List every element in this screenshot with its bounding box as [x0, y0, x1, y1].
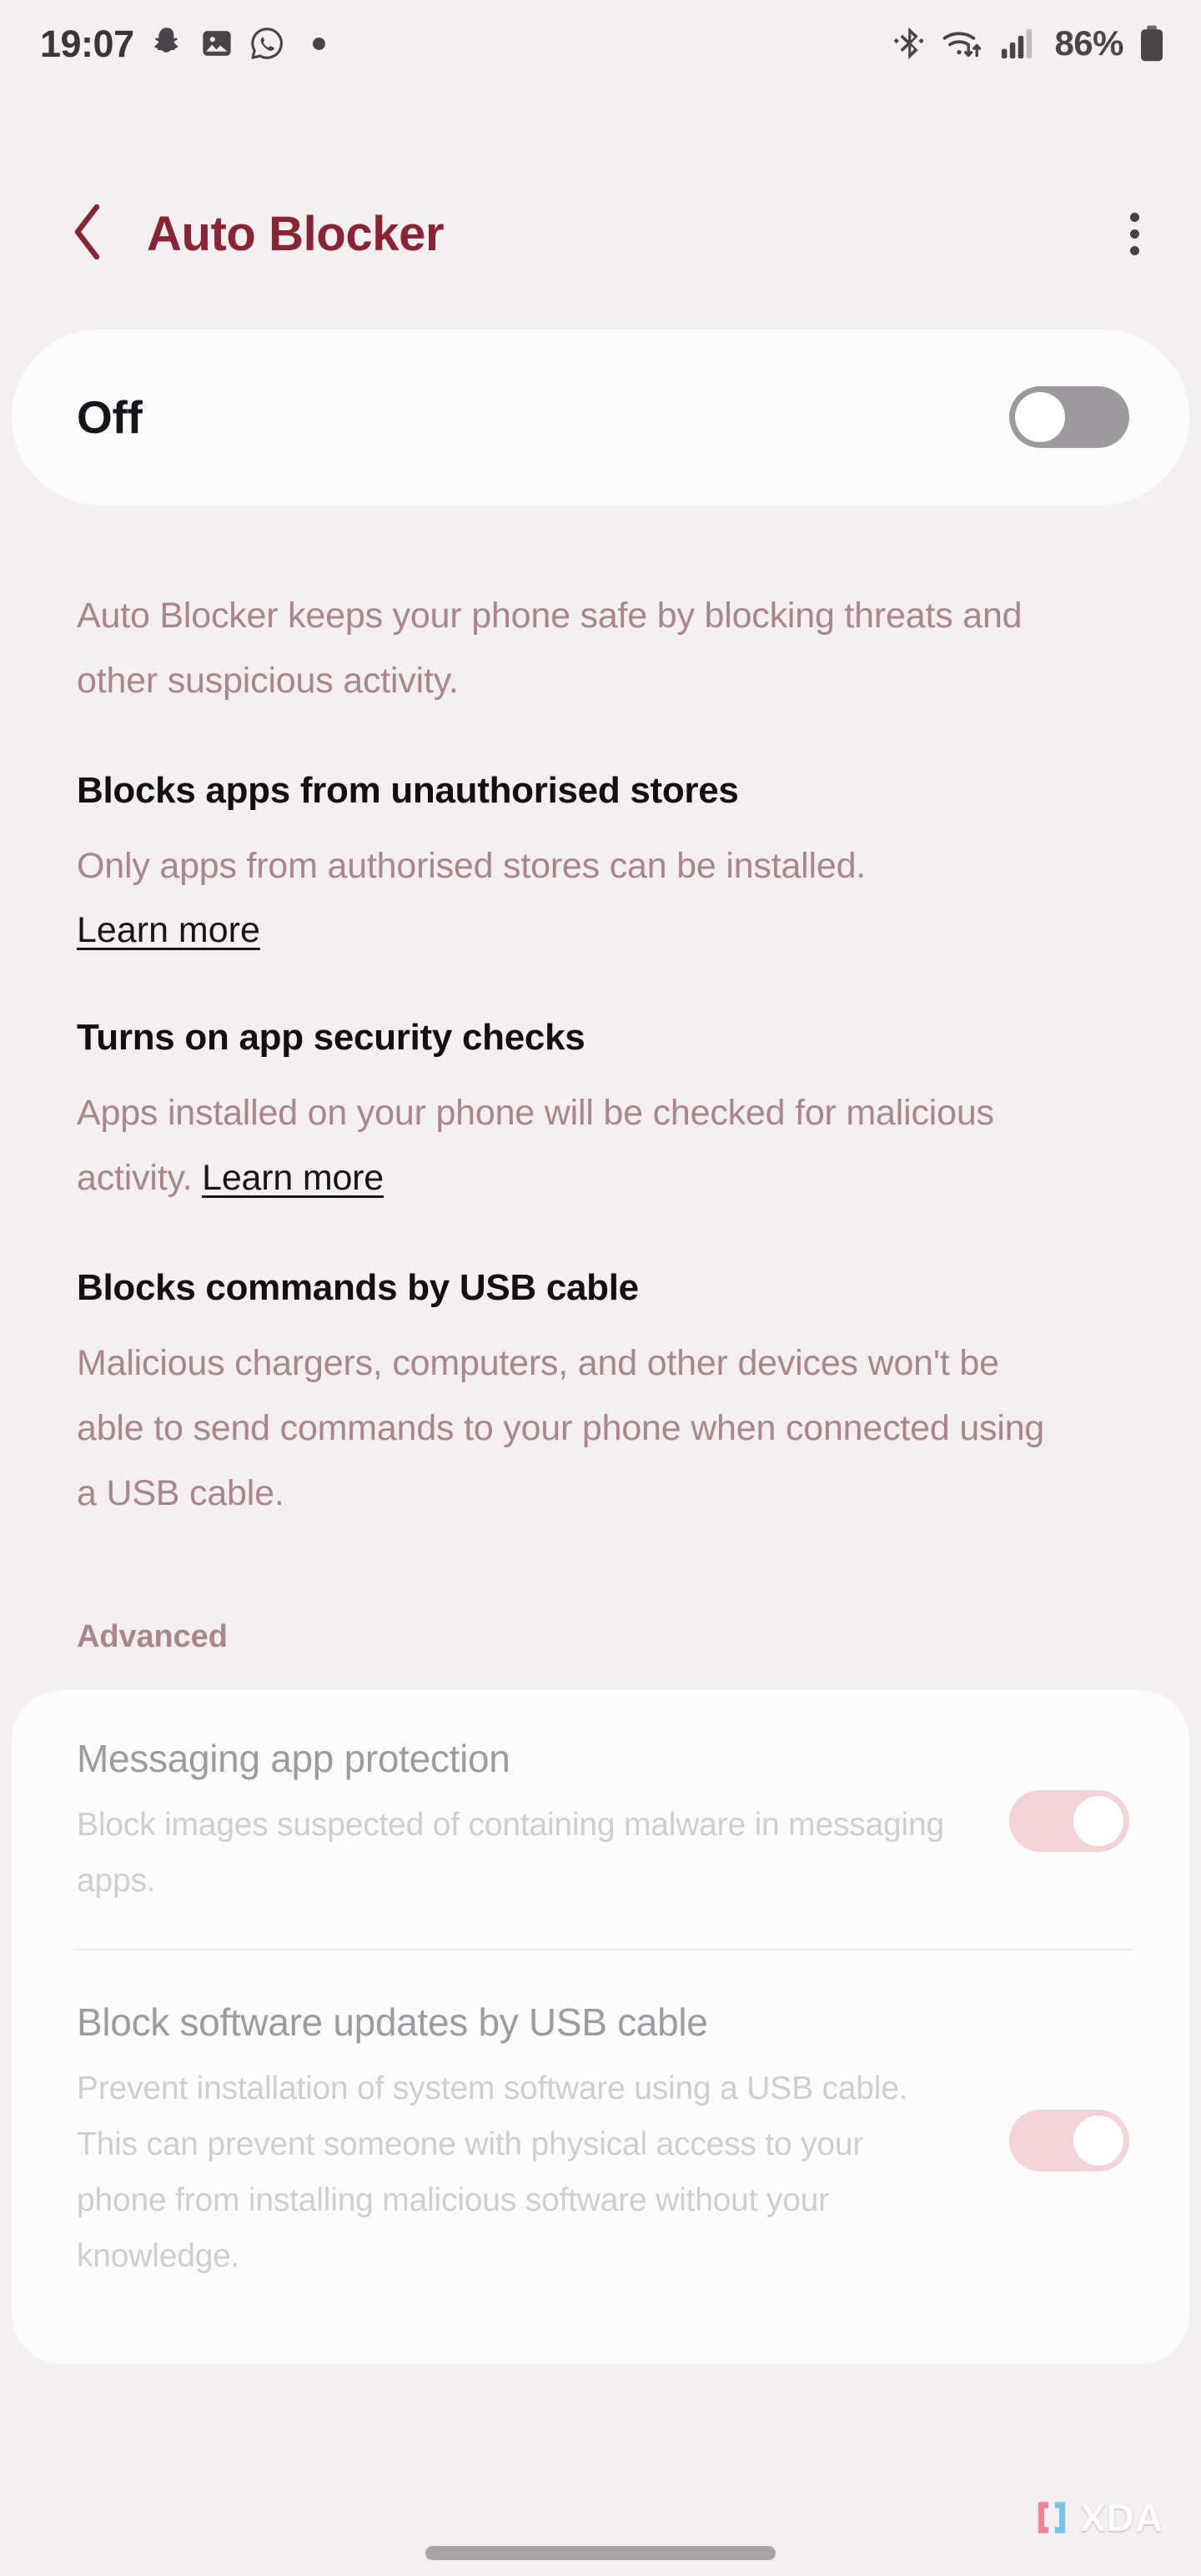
messaging-protection-knob: [1073, 1796, 1123, 1846]
advanced-row-title: Messaging app protection: [77, 1737, 510, 1780]
feature-title: Turns on app security checks: [77, 1017, 585, 1058]
master-switch-label: Off: [77, 391, 143, 443]
whatsapp-icon: [249, 25, 285, 62]
learn-more-link-security[interactable]: Learn more: [202, 1158, 384, 1198]
bluetooth-icon: [892, 24, 925, 63]
advanced-row-description: Prevent installation of system software …: [77, 2070, 908, 2274]
back-button[interactable]: [60, 204, 115, 261]
app-bar: Auto Blocker: [0, 167, 1201, 300]
xda-watermark: XDA: [1033, 2498, 1163, 2537]
more-vertical-icon-dot-3: [1129, 245, 1139, 255]
phone-screen: 19:07 86% Auto Blocker Off Auto Blocker …: [0, 0, 1201, 2576]
advanced-section-header: Advanced: [77, 1619, 228, 1654]
more-vertical-icon-dot-1: [1129, 212, 1139, 222]
advanced-row-description: Block images suspected of containing mal…: [77, 1807, 944, 1899]
feature-title: Blocks commands by USB cable: [77, 1267, 639, 1308]
snapchat-icon: [148, 25, 185, 62]
overflow-menu-button[interactable]: [1104, 204, 1164, 264]
settings-content: Off Auto Blocker keeps your phone safe b…: [0, 330, 1201, 2364]
cellular-signal-icon: [1000, 26, 1035, 61]
messaging-protection-toggle[interactable]: [1009, 1790, 1129, 1852]
feature-description: Malicious chargers, computers, and other…: [77, 1343, 1045, 1513]
battery-icon: [1139, 24, 1164, 63]
advanced-row-texts: Block software updates by USB cable Prev…: [77, 1997, 976, 2284]
notification-dot-icon: [312, 37, 325, 50]
auto-blocker-master-row[interactable]: Off: [12, 330, 1189, 505]
advanced-row-title: Block software updates by USB cable: [77, 2000, 708, 2044]
master-switch-knob: [1015, 392, 1065, 442]
info-section: Auto Blocker keeps your phone safe by bl…: [0, 583, 1201, 1526]
status-bar: 19:07 86%: [0, 0, 1201, 87]
battery-percent-label: 86%: [1054, 23, 1123, 63]
feature-description: Only apps from authorised stores can be …: [77, 846, 867, 886]
advanced-card: Messaging app protection Block images su…: [12, 1690, 1189, 2364]
feature-block-usb-commands: Blocks commands by USB cable Malicious c…: [77, 1262, 1124, 1526]
wifi-icon: [941, 24, 984, 63]
advanced-row-messaging-protection[interactable]: Messaging app protection Block images su…: [77, 1690, 1129, 1949]
xda-bracket-logo-icon: [1033, 2498, 1071, 2537]
feature-block-security-checks: Turns on app security checks Apps instal…: [77, 1012, 1124, 1210]
block-usb-updates-knob: [1073, 2116, 1123, 2166]
gallery-icon: [199, 26, 234, 61]
status-bar-left: 19:07: [40, 25, 325, 63]
advanced-row-block-usb-updates[interactable]: Block software updates by USB cable Prev…: [77, 1950, 1129, 2364]
feature-block-unauthorised-stores: Blocks apps from unauthorised stores Onl…: [77, 765, 1124, 960]
home-gesture-bar[interactable]: [425, 2546, 776, 2560]
intro-description: Auto Blocker keeps your phone safe by bl…: [77, 596, 1023, 701]
status-bar-right: 86%: [892, 23, 1164, 63]
feature-title: Blocks apps from unauthorised stores: [77, 770, 739, 811]
page-title: Auto Blocker: [147, 206, 445, 261]
block-usb-updates-toggle[interactable]: [1009, 2110, 1129, 2171]
status-clock: 19:07: [40, 22, 134, 65]
learn-more-link-stores[interactable]: Learn more: [77, 900, 260, 960]
feature-description: Apps installed on your phone will be che…: [77, 1080, 1061, 1210]
xda-watermark-text: XDA: [1080, 2496, 1164, 2539]
master-switch-toggle[interactable]: [1009, 386, 1129, 448]
advanced-row-texts: Messaging app protection Block images su…: [77, 1733, 976, 1909]
chevron-left-icon: [68, 202, 107, 266]
more-vertical-icon-dot-2: [1129, 229, 1139, 239]
